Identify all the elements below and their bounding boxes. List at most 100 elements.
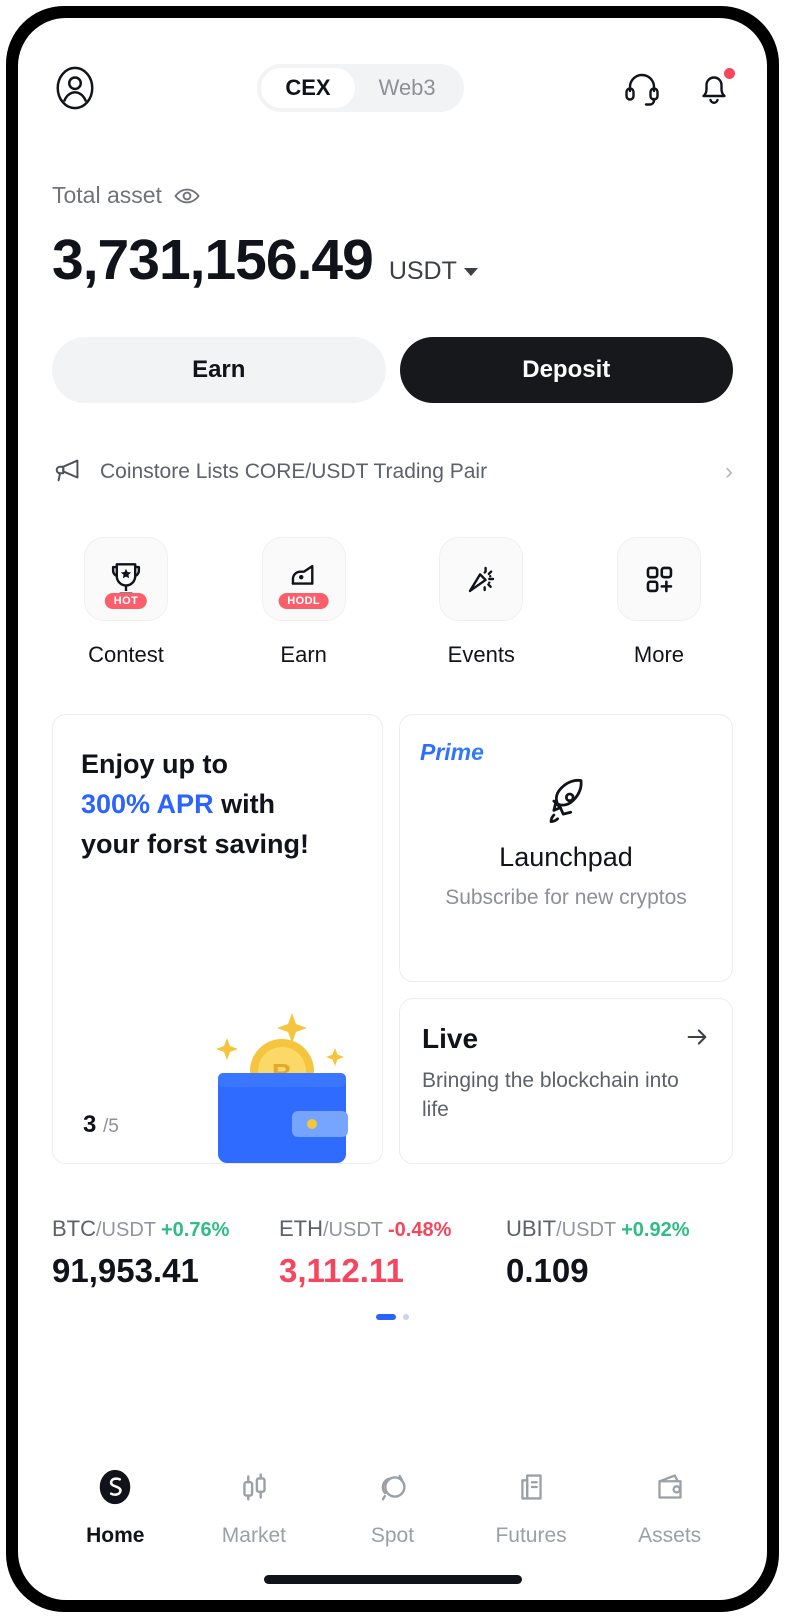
quick-actions: HOT Contest HODL Earn Events More bbox=[52, 537, 733, 668]
app-header: CEX Web3 bbox=[52, 40, 735, 136]
currency-selector[interactable]: USDT bbox=[389, 257, 478, 286]
ticker-price: 3,112.11 bbox=[279, 1252, 404, 1289]
bell-icon[interactable] bbox=[695, 68, 735, 107]
primary-actions: Earn Deposit bbox=[52, 337, 733, 403]
launchpad-title: Launchpad bbox=[499, 842, 633, 872]
ticker-quote: /USDT bbox=[96, 1219, 156, 1241]
wallet-bitcoin-icon: B bbox=[172, 993, 372, 1163]
savings-promo-card[interactable]: Enjoy up to 300% APR with your forst sav… bbox=[52, 714, 383, 1164]
grid-plus-icon bbox=[646, 566, 673, 593]
document-chart-icon bbox=[510, 1466, 552, 1513]
header-icon-group bbox=[623, 68, 735, 107]
arrow-right-icon[interactable] bbox=[684, 1024, 710, 1055]
quick-action-earn[interactable]: HODL Earn bbox=[230, 537, 378, 668]
quick-action-tile bbox=[439, 537, 524, 621]
ticker-btc[interactable]: BTC/USDT +0.76% 91,953.41 bbox=[52, 1216, 279, 1290]
ticker-header: UBIT/USDT +0.92% bbox=[506, 1216, 733, 1242]
promo-card-grid: Enjoy up to 300% APR with your forst sav… bbox=[52, 714, 733, 1164]
promo-line-2-rest: with bbox=[213, 788, 276, 819]
carousel-counter: 3 /5 bbox=[83, 1111, 119, 1139]
tab-cex[interactable]: CEX bbox=[261, 68, 355, 108]
quick-action-tile bbox=[616, 537, 701, 621]
carousel-pagination bbox=[52, 1314, 733, 1320]
launchpad-card[interactable]: Prime Launchpad Subscribe for new crypto… bbox=[399, 714, 733, 982]
ticker-ubit[interactable]: UBIT/USDT +0.92% 0.109 bbox=[506, 1216, 733, 1290]
segmented-control: CEX Web3 bbox=[257, 64, 464, 112]
nav-item-assets[interactable]: Assets bbox=[600, 1466, 739, 1548]
ticker-header: BTC/USDT +0.76% bbox=[52, 1216, 279, 1242]
promo-heading: Enjoy up to 300% APR with your forst sav… bbox=[81, 745, 354, 865]
hodl-badge: HODL bbox=[278, 593, 330, 609]
currency-label: USDT bbox=[388, 257, 457, 285]
notification-dot bbox=[724, 68, 735, 79]
ticker-header: ETH/USDT -0.48% bbox=[279, 1216, 506, 1242]
quick-action-tile: HODL bbox=[261, 537, 346, 621]
ticker-base: BTC bbox=[52, 1216, 96, 1241]
announcement-banner[interactable]: Coinstore Lists CORE/USDT Trading Pair › bbox=[52, 451, 733, 493]
ticker-eth[interactable]: ETH/USDT -0.48% 3,112.11 bbox=[279, 1216, 506, 1290]
headset-icon[interactable] bbox=[623, 69, 661, 107]
phone-frame: CEX Web3 Total asset 3,731,156.49 USDT E… bbox=[6, 6, 779, 1612]
promo-accent: 300% APR bbox=[81, 788, 214, 819]
quick-action-tile: HOT bbox=[84, 537, 168, 621]
tab-web3[interactable]: Web3 bbox=[355, 68, 460, 108]
pagination-dot-active[interactable] bbox=[376, 1314, 396, 1320]
nav-label: Home bbox=[86, 1524, 145, 1547]
nav-item-futures[interactable]: Futures bbox=[462, 1466, 601, 1548]
chevron-right-icon: › bbox=[725, 458, 733, 485]
quick-action-more[interactable]: More bbox=[585, 537, 733, 668]
phone-screen: CEX Web3 Total asset 3,731,156.49 USDT E… bbox=[18, 18, 767, 1600]
caret-down-icon bbox=[463, 268, 478, 277]
pagination-dot[interactable] bbox=[403, 1314, 409, 1320]
quick-action-label: More bbox=[633, 642, 685, 667]
swap-circles-icon bbox=[371, 1466, 413, 1513]
total-asset-row: Total asset bbox=[52, 182, 733, 209]
quick-action-label: Events bbox=[447, 642, 515, 667]
earn-button[interactable]: Earn bbox=[52, 337, 386, 403]
eye-icon[interactable] bbox=[174, 187, 200, 205]
app-content: CEX Web3 Total asset 3,731,156.49 USDT E… bbox=[18, 18, 767, 1600]
ticker-quote: /USDT bbox=[556, 1219, 617, 1241]
balance-amount: 3,731,156.49 bbox=[52, 228, 374, 292]
carousel-current: 3 bbox=[83, 1111, 97, 1138]
nav-label: Assets bbox=[638, 1524, 702, 1547]
hot-badge: HOT bbox=[104, 593, 148, 609]
quick-action-contest[interactable]: HOT Contest bbox=[52, 537, 200, 668]
live-card[interactable]: Live Bringing the blockchain into life bbox=[399, 998, 733, 1164]
nav-label: Futures bbox=[495, 1524, 567, 1547]
deposit-button[interactable]: Deposit bbox=[399, 337, 733, 403]
promo-line-3: your forst saving! bbox=[81, 828, 310, 859]
user-circle-icon[interactable] bbox=[52, 65, 98, 111]
nav-item-market[interactable]: Market bbox=[185, 1466, 324, 1548]
ticker-quote: /USDT bbox=[323, 1219, 383, 1241]
quick-action-label: Contest bbox=[88, 642, 164, 667]
quick-action-events[interactable]: Events bbox=[407, 537, 555, 668]
ticker-change: -0.48% bbox=[388, 1219, 452, 1241]
ticker-base: UBIT bbox=[506, 1216, 557, 1241]
wallet-icon bbox=[649, 1466, 691, 1513]
carousel-total: /5 bbox=[103, 1116, 119, 1137]
bottom-navigation: Home Market Spot Futures Assets bbox=[18, 1466, 767, 1548]
party-popper-icon bbox=[469, 566, 495, 593]
ticker-price: 91,953.41 bbox=[52, 1252, 199, 1289]
total-asset-label: Total asset bbox=[52, 182, 162, 208]
ticker-base: ETH bbox=[279, 1216, 323, 1241]
quick-action-label: Earn bbox=[280, 642, 327, 667]
nav-label: Spot bbox=[370, 1524, 415, 1547]
nav-item-spot[interactable]: Spot bbox=[323, 1466, 462, 1548]
promo-line-1: Enjoy up to bbox=[81, 749, 228, 779]
ticker-change: +0.76% bbox=[161, 1219, 230, 1241]
nav-label: Market bbox=[221, 1524, 286, 1547]
live-header: Live bbox=[422, 1023, 710, 1055]
live-subtitle: Bringing the blockchain into life bbox=[422, 1069, 679, 1121]
balance-row: 3,731,156.49 USDT bbox=[52, 227, 733, 293]
live-title: Live bbox=[422, 1023, 479, 1054]
right-card-column: Prime Launchpad Subscribe for new crypto… bbox=[399, 714, 733, 1164]
market-type-switch: CEX Web3 bbox=[98, 64, 623, 112]
prime-tag: Prime bbox=[420, 739, 712, 766]
megaphone-icon bbox=[52, 454, 84, 491]
coinstore-logo-icon bbox=[94, 1466, 136, 1513]
candlestick-icon bbox=[233, 1466, 275, 1513]
launchpad-subtitle: Subscribe for new cryptos bbox=[445, 886, 687, 909]
nav-item-home[interactable]: Home bbox=[46, 1466, 185, 1548]
